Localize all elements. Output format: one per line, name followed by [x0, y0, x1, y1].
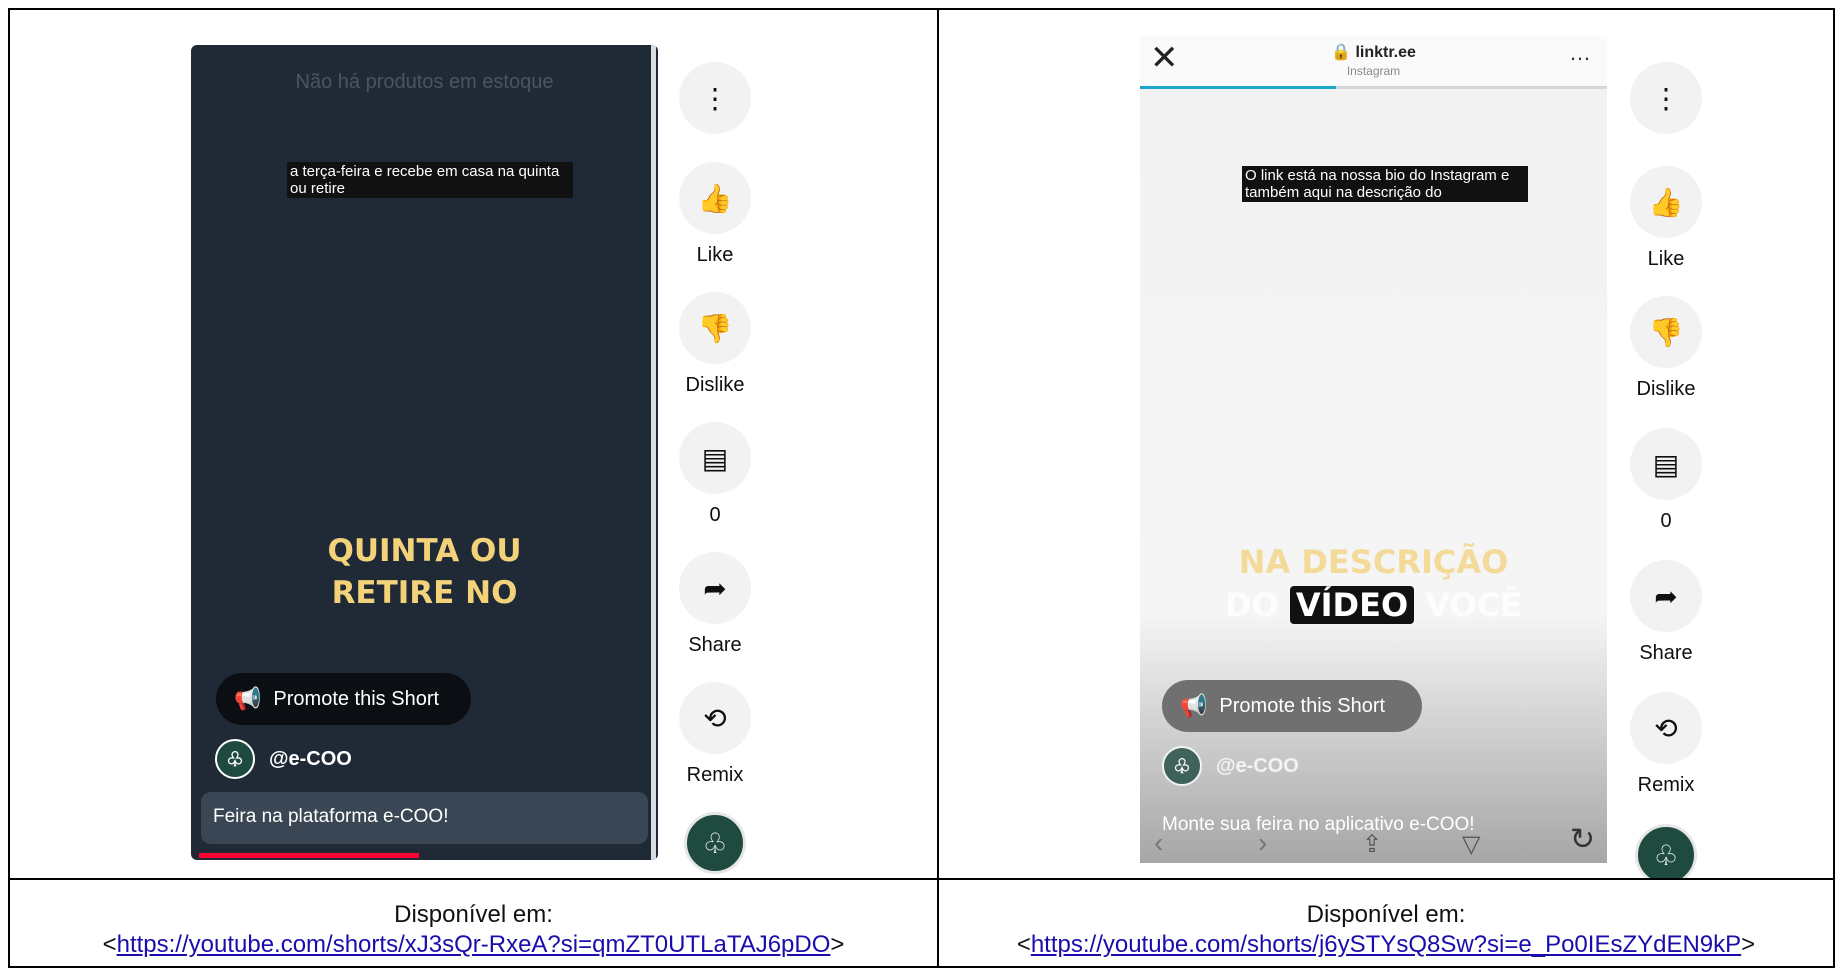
comments-count: 0 [1660, 510, 1672, 532]
left-source-link[interactable]: https://youtube.com/shorts/xJ3sQr-RxeA?s… [117, 931, 831, 958]
left-screenshot-cell: Não há produtos em estoque a terça-feira… [10, 10, 937, 878]
comment-icon: ▤ [1652, 448, 1680, 480]
right-caption-label: Disponível em: [1306, 901, 1466, 928]
browser-header: ✕ 🔒 linktr.ee Instagram … [1140, 36, 1607, 89]
promote-short-label: Promote this Short [1219, 694, 1386, 717]
back-icon[interactable]: ‹ [1154, 827, 1163, 859]
thumb-up-icon: 👍 [1648, 186, 1684, 218]
dislike-label: Dislike [685, 374, 745, 396]
promote-short-label: Promote this Short [273, 687, 440, 710]
table-divider-row [8, 878, 1835, 880]
right-caption: Disponível em: <https://youtube.com/shor… [939, 900, 1833, 960]
share-icon: ➦ [1654, 580, 1678, 612]
left-caption-link-row: <https://youtube.com/shorts/xJ3sQr-RxeA?… [10, 930, 937, 960]
video-subtitle: a terça-feira e recebe em casa na quinta… [287, 162, 573, 198]
video-big-text-line-1: NA DESCRIÇÃO [1238, 543, 1509, 581]
share-label: Share [688, 634, 742, 656]
big-text-word-video: VÍDEO [1289, 586, 1415, 624]
browser-nav-bar: ‹ › ⇪ ▽ ↻ [1140, 823, 1607, 863]
refresh-icon[interactable]: ↻ [1570, 822, 1595, 857]
remix-button[interactable]: ⟲ Remix [1626, 692, 1706, 797]
dislike-button[interactable]: 👎 Dislike [675, 292, 755, 397]
share-button[interactable]: ➦ Share [675, 552, 755, 657]
remix-button[interactable]: ⟲ Remix [675, 682, 755, 787]
out-of-stock-text: Não há produtos em estoque [295, 71, 554, 93]
big-text-word-do: DO [1224, 586, 1279, 624]
channel-avatar-button[interactable]: ♧ [1626, 824, 1706, 878]
table-border-right [1833, 8, 1835, 968]
megaphone-icon: 📢 [234, 686, 262, 711]
remix-icon: ⟲ [1654, 712, 1678, 744]
thumb-down-icon: 👎 [1648, 316, 1684, 348]
video-big-text-line-1: QUINTA OU [327, 533, 522, 569]
share-page-icon[interactable]: ⇪ [1362, 830, 1382, 859]
share-label: Share [1639, 642, 1693, 664]
video-subtitle: O link está na nossa bio do Instagram e … [1242, 166, 1528, 202]
browser-title: linktr.ee [1355, 44, 1416, 61]
leaf-logo-icon: ♧ [702, 827, 728, 859]
megaphone-icon: 📢 [1180, 693, 1208, 718]
video-edge-scrollbar[interactable] [651, 45, 656, 860]
video-progress-bar[interactable] [199, 853, 419, 858]
left-short-video[interactable]: Não há produtos em estoque a terça-feira… [191, 45, 658, 860]
channel-link[interactable]: ♧ @e-COO [1162, 746, 1299, 786]
remix-icon: ⟲ [703, 702, 727, 734]
dislike-label: Dislike [1636, 378, 1696, 400]
like-button[interactable]: 👍 Like [675, 162, 755, 267]
thumb-down-icon: 👎 [697, 312, 733, 344]
right-caption-link-row: <https://youtube.com/shorts/j6ySTYsQ8Sw?… [939, 930, 1833, 960]
share-icon: ➦ [703, 572, 727, 604]
like-button[interactable]: 👍 Like [1626, 166, 1706, 271]
promote-short-button[interactable]: 📢 Promote this Short [1162, 680, 1422, 732]
comments-button[interactable]: ▤ 0 [1626, 428, 1706, 533]
right-short-video[interactable]: ✕ 🔒 linktr.ee Instagram … O link está na… [1140, 36, 1607, 863]
more-options-button[interactable]: ⋮ [1626, 62, 1706, 134]
comment-icon: ▤ [701, 442, 729, 474]
channel-handle: @e-COO [269, 747, 352, 770]
more-vert-icon: ⋮ [1652, 82, 1680, 114]
channel-avatar-button[interactable]: ♧ [675, 812, 755, 874]
right-source-link[interactable]: https://youtube.com/shorts/j6ySTYsQ8Sw?s… [1031, 931, 1741, 958]
comments-count: 0 [709, 504, 721, 526]
forward-icon[interactable]: › [1258, 827, 1267, 859]
thumb-up-icon: 👍 [697, 182, 733, 214]
left-caption: Disponível em: <https://youtube.com/shor… [10, 900, 937, 960]
left-caption-label: Disponível em: [394, 901, 553, 928]
video-big-text-line-2: RETIRE NO [331, 575, 518, 611]
left-action-bar: ⋮ 👍 Like 👎 Dislike ▤ 0 ➦ Share ⟲ Remix ♧ [675, 62, 755, 877]
dislike-button[interactable]: 👎 Dislike [1626, 296, 1706, 401]
video-big-text-line-2: DO VÍDEO VOCÊ [1140, 584, 1607, 626]
remix-label: Remix [1637, 774, 1695, 796]
comparison-table: Não há produtos em estoque a terça-feira… [0, 0, 1843, 968]
right-caption-open: < [1016, 931, 1031, 958]
browser-title-row: 🔒 linktr.ee [1140, 42, 1607, 62]
more-vert-icon: ⋮ [701, 82, 729, 114]
description-bar[interactable]: Feira na plataforma e-COO! [201, 792, 648, 844]
left-caption-close: > [830, 931, 845, 958]
browser-more-icon[interactable]: … [1569, 40, 1591, 66]
channel-link[interactable]: ♧ @e-COO [215, 739, 352, 779]
leaf-logo-icon: ♧ [215, 739, 255, 779]
lock-icon: 🔒 [1331, 44, 1351, 61]
channel-handle: @e-COO [1216, 754, 1299, 777]
right-action-bar: ⋮ 👍 Like 👎 Dislike ▤ 0 ➦ Share ⟲ Remix ♧ [1626, 62, 1706, 878]
big-text-word-voce: VOCÊ [1425, 586, 1523, 624]
more-options-button[interactable]: ⋮ [675, 62, 755, 134]
like-label: Like [696, 244, 734, 266]
bookmark-icon[interactable]: ▽ [1462, 830, 1480, 859]
share-button[interactable]: ➦ Share [1626, 560, 1706, 665]
promote-short-button[interactable]: 📢 Promote this Short [216, 673, 471, 725]
video-description: Feira na plataforma e-COO! [213, 806, 449, 827]
comments-button[interactable]: ▤ 0 [675, 422, 755, 527]
leaf-logo-icon: ♧ [1653, 839, 1679, 871]
browser-subtitle: Instagram [1346, 64, 1401, 78]
page-load-progress [1140, 86, 1336, 89]
right-caption-close: > [1741, 931, 1756, 958]
leaf-logo-icon: ♧ [1162, 746, 1202, 786]
like-label: Like [1647, 248, 1685, 270]
remix-label: Remix [686, 764, 744, 786]
right-screenshot-cell: ✕ 🔒 linktr.ee Instagram … O link está na… [939, 10, 1833, 878]
left-caption-open: < [102, 931, 117, 958]
